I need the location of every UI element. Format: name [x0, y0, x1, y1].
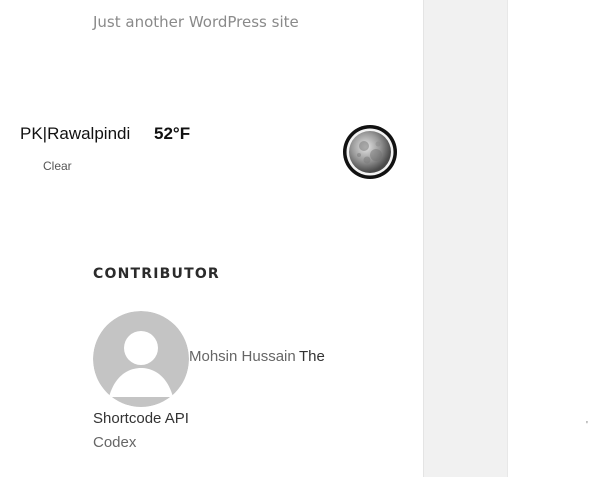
weather-condition: Clear — [43, 159, 72, 173]
weather-location: PK|Rawalpindi — [20, 124, 131, 143]
contributor-link-start[interactable]: The — [299, 348, 325, 365]
contributor-heading: CONTRIBUTOR — [93, 266, 220, 282]
site-tagline: Just another WordPress site — [93, 13, 299, 31]
contributor-name[interactable]: Mohsin Hussain — [189, 348, 296, 365]
moon-icon — [343, 125, 397, 179]
default-avatar-icon[interactable] — [93, 311, 189, 407]
edge-tick-mark: ' — [586, 420, 588, 431]
sidebar-panel — [423, 0, 508, 477]
contributor-codex[interactable]: Codex — [93, 434, 136, 451]
weather-temperature: 52°F — [154, 124, 191, 143]
contributor-link-continuation[interactable]: Shortcode API — [93, 410, 189, 427]
